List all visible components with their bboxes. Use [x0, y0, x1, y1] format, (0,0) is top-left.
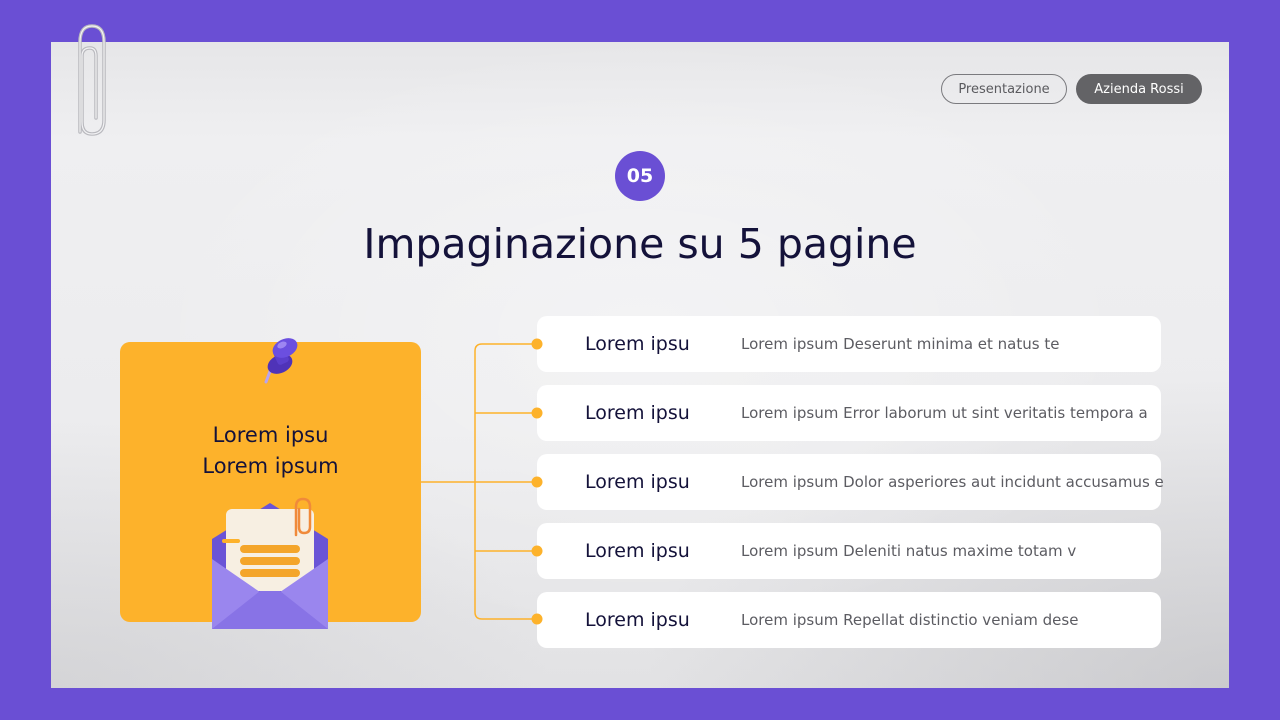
pushpin-icon: [264, 338, 298, 384]
page-title: Impaginazione su 5 pagine: [363, 220, 917, 268]
item-title: Lorem ipsu: [585, 471, 690, 493]
list-item: Lorem ipsu Lorem ipsum Dolor asperiores …: [537, 454, 1164, 510]
card-line-1: Lorem ipsu: [212, 423, 329, 447]
item-title: Lorem ipsu: [585, 540, 690, 562]
slide-number-badge: 05: [615, 151, 665, 201]
company-pill[interactable]: Azienda Rossi: [1076, 74, 1202, 104]
list-item: Lorem ipsu Lorem ipsum Deserunt minima e…: [537, 316, 1161, 372]
item-description: Lorem ipsum Error laborum ut sint verita…: [741, 404, 1148, 422]
item-title: Lorem ipsu: [585, 402, 690, 424]
item-title: Lorem ipsu: [585, 333, 690, 355]
item-description: Lorem ipsum Dolor asperiores aut incidun…: [741, 473, 1164, 491]
list-item: Lorem ipsu Lorem ipsum Error laborum ut …: [537, 385, 1161, 441]
card-line-2: Lorem ipsum: [202, 454, 339, 478]
presentation-pill[interactable]: Presentazione: [941, 74, 1067, 104]
list-item: Lorem ipsu Lorem ipsum Deleniti natus ma…: [537, 523, 1161, 579]
item-description: Lorem ipsum Deserunt minima et natus te: [741, 335, 1060, 353]
list-item: Lorem ipsu Lorem ipsum Repellat distinct…: [537, 592, 1161, 648]
item-description: Lorem ipsum Repellat distinctio veniam d…: [741, 611, 1079, 629]
paperclip-icon: [78, 24, 106, 136]
item-description: Lorem ipsum Deleniti natus maxime totam …: [741, 542, 1077, 560]
item-title: Lorem ipsu: [585, 609, 690, 631]
envelope-icon: [212, 497, 328, 629]
card-text: Lorem ipsu Lorem ipsum: [120, 420, 421, 482]
